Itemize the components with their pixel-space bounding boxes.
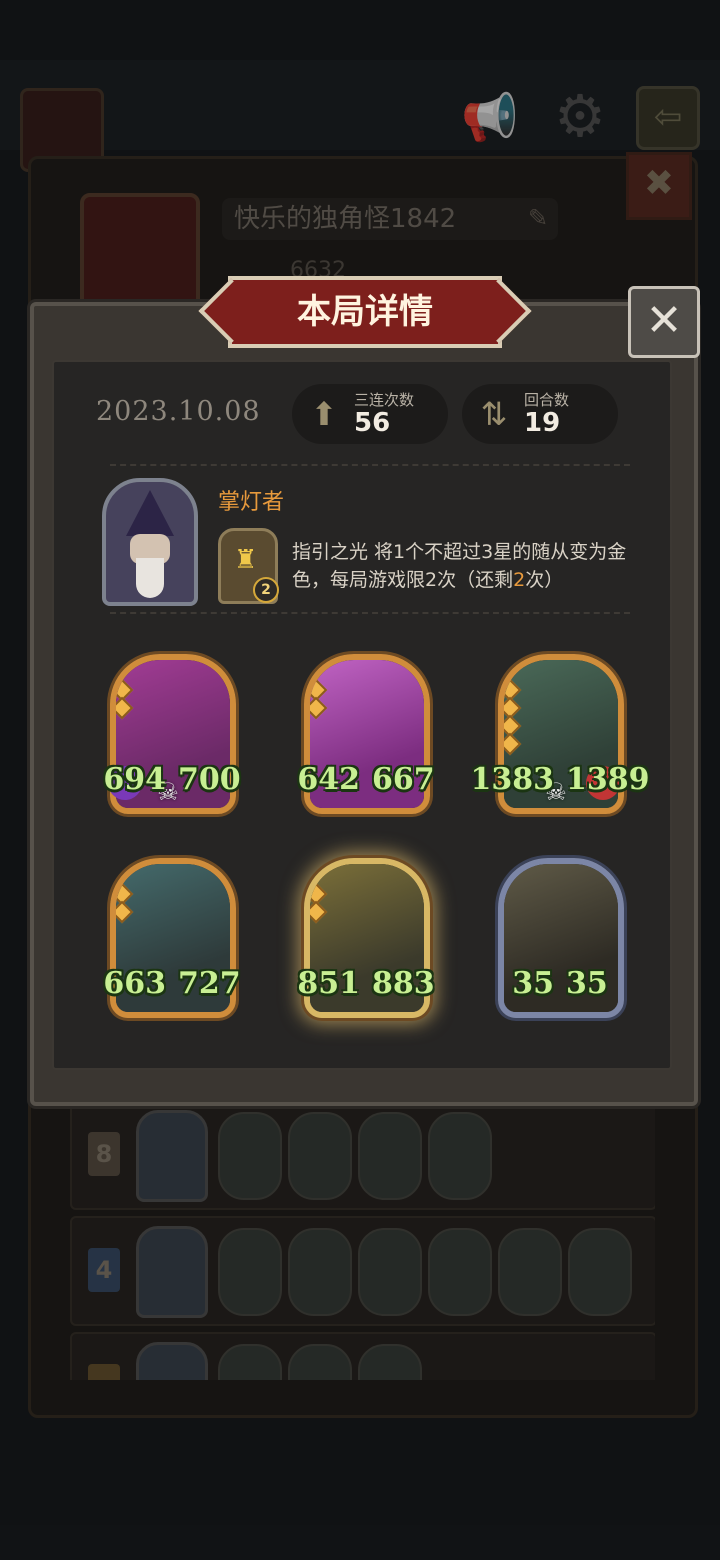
minion-health: 667 [372,762,435,797]
hero-portrait[interactable] [102,478,198,606]
triple-icon: ⬆ [310,395,338,433]
dialog-title: 本局详情 [297,292,433,332]
power-text-part: 次） [525,569,564,591]
power-text-highlight: 2 [513,569,526,591]
turns-value: 19 [524,408,561,438]
lantern-icon: ♜ [234,545,258,575]
divider [110,464,630,466]
close-button[interactable]: ✕ [628,286,700,358]
minion-attack: 851 [297,966,360,1001]
minion-health: 35 [566,966,608,1001]
hero-name: 掌灯者 [218,490,285,515]
minion-health: 883 [372,966,435,1001]
hero-power-icon[interactable]: ♜ 2 [218,528,279,604]
hero-power-description: 指引之光 将1个不超过3星的随从变为金色，每局游戏限2次（还剩2次） [292,538,642,594]
triples-stat: ⬆ 三连次数 56 [292,384,448,444]
minion-health: 1389 [566,762,650,797]
minion-health: 700 [178,762,241,797]
power-text-part: 指引之光 将1个不超过3星的随从变为金色，每局游戏限2次（还剩 [292,541,627,591]
minion-attack: 642 [297,762,360,797]
minion-attack: 1383 [470,762,555,797]
match-date: 2023.10.08 [96,396,261,427]
turns-stat: ⇅ 回合数 19 [462,384,618,444]
minion-attack: 663 [103,966,166,1001]
power-uses-badge: 2 [253,577,279,603]
divider [110,612,630,614]
turns-icon: ⇅ [480,395,508,433]
minion-attack: 694 [103,762,166,797]
dialog-title-banner: 本局详情 [228,276,502,348]
triples-label: 三连次数 [354,391,415,409]
turns-label: 回合数 [524,391,570,409]
minion-attack: 35 [512,966,554,1001]
triples-value: 56 [354,408,391,438]
minion-health: 727 [178,966,241,1001]
